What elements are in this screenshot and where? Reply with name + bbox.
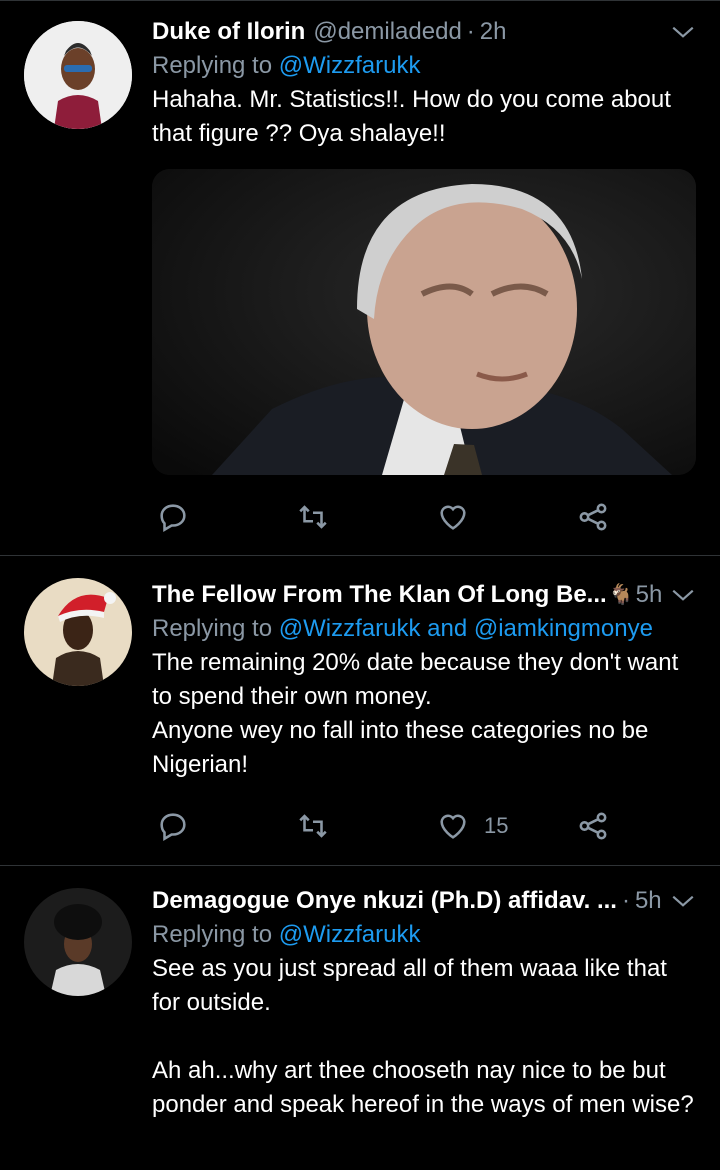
tweet-actions: [152, 497, 622, 537]
avatar[interactable]: [24, 888, 132, 996]
avatar-image: [24, 21, 132, 129]
tweet[interactable]: Duke of Ilorin @demiladedd · 2h Replying…: [0, 0, 720, 556]
tweet-body: Demagogue Onye nkuzi (Ph.D) affidav. ...…: [152, 884, 696, 1122]
share-icon: [579, 503, 607, 531]
replying-to: Replying to @Wizzfarukk: [152, 918, 696, 951]
mention-link[interactable]: @Wizzfarukk: [279, 921, 421, 948]
author-name[interactable]: The Fellow From The Klan Of Long Be...: [152, 578, 607, 612]
tweet-text: See as you just spread all of them waaa …: [152, 955, 694, 1118]
like-icon: [440, 814, 466, 839]
author-handle[interactable]: @demiladedd: [313, 15, 461, 49]
replying-to: Replying to @Wizzfarukk and @iamkingmony…: [152, 612, 696, 645]
tweet-text: The remaining 20% date because they don'…: [152, 649, 679, 778]
tweet-media-image[interactable]: [152, 169, 696, 475]
retweet-button[interactable]: [296, 809, 330, 843]
tweet-text: Hahaha. Mr. Statistics!!. How do you com…: [152, 86, 671, 147]
retweet-icon: [299, 505, 327, 529]
avatar[interactable]: [24, 21, 132, 129]
goat-emoji: 🐐: [608, 584, 634, 606]
separator-dot: ·: [621, 887, 630, 914]
chevron-down-icon[interactable]: [670, 888, 696, 914]
tweet-actions: 15: [152, 806, 622, 846]
avatar[interactable]: [24, 578, 132, 686]
photo-man-in-suit: [152, 169, 696, 475]
like-button[interactable]: 15: [436, 809, 508, 843]
tweet-body: The Fellow From The Klan Of Long Be... 🐐…: [152, 578, 696, 782]
tweet-header: Demagogue Onye nkuzi (Ph.D) affidav. ...…: [152, 884, 696, 918]
author-name[interactable]: Demagogue Onye nkuzi (Ph.D) affidav. ...: [152, 884, 617, 918]
separator-dot: ·: [466, 18, 475, 45]
timestamp[interactable]: 5h: [636, 578, 663, 612]
mention-link[interactable]: @iamkingmonye: [474, 615, 653, 642]
tweet[interactable]: The Fellow From The Klan Of Long Be... 🐐…: [0, 556, 720, 866]
like-icon: [440, 505, 466, 530]
replying-to: Replying to @Wizzfarukk: [152, 49, 696, 82]
tweet-header: Duke of Ilorin @demiladedd · 2h: [152, 15, 696, 49]
replying-label: Replying to: [152, 52, 273, 79]
tweet-body: Duke of Ilorin @demiladedd · 2h Replying…: [152, 15, 696, 151]
chevron-down-icon[interactable]: [670, 582, 696, 608]
tweet-header: The Fellow From The Klan Of Long Be... 🐐…: [152, 578, 696, 612]
like-count: 15: [484, 813, 509, 838]
chevron-down-icon[interactable]: [670, 19, 696, 45]
timestamp[interactable]: 2h: [480, 15, 507, 49]
reply-icon: [160, 504, 186, 533]
share-button[interactable]: [576, 809, 610, 843]
tweet[interactable]: Demagogue Onye nkuzi (Ph.D) affidav. ...…: [0, 866, 720, 1170]
share-icon: [579, 812, 607, 840]
share-button[interactable]: [576, 500, 610, 534]
replying-label: Replying to: [152, 921, 273, 948]
like-button[interactable]: [436, 500, 470, 534]
replying-label: Replying to: [152, 615, 273, 642]
retweet-button[interactable]: [296, 500, 330, 534]
mention-joiner: and: [427, 615, 468, 642]
reply-button[interactable]: [156, 500, 190, 534]
mention-link[interactable]: @Wizzfarukk: [279, 52, 421, 79]
reply-button[interactable]: [156, 809, 190, 843]
reply-icon: [160, 813, 186, 842]
author-name[interactable]: Duke of Ilorin: [152, 15, 305, 49]
avatar-image: [24, 578, 132, 686]
avatar-image: [24, 888, 132, 996]
retweet-icon: [299, 814, 327, 838]
mention-link[interactable]: @Wizzfarukk: [279, 615, 421, 642]
timestamp[interactable]: 5h: [635, 884, 662, 918]
